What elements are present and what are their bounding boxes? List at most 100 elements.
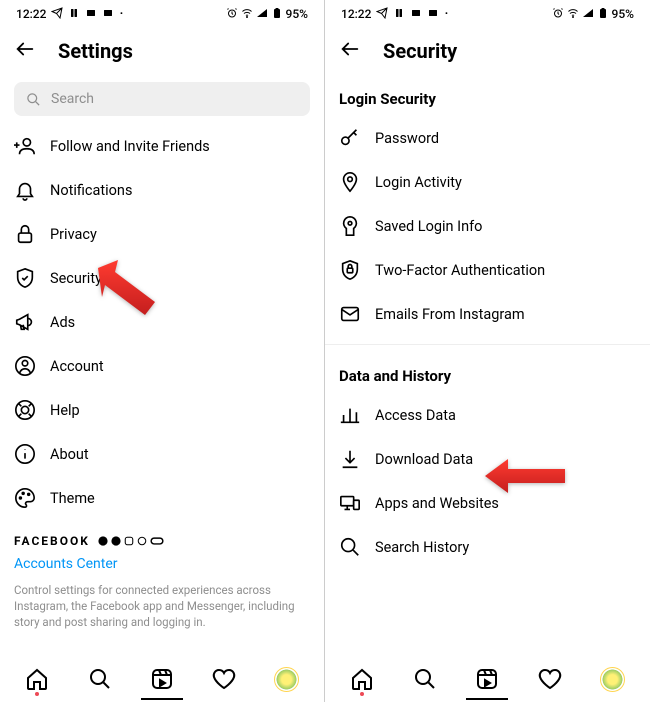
search-input[interactable]: Search: [14, 82, 310, 116]
item-account[interactable]: Account: [0, 344, 324, 388]
item-about[interactable]: About: [0, 432, 324, 476]
item-label: Emails From Instagram: [375, 306, 525, 323]
nav-home[interactable]: [349, 666, 375, 692]
signal-icon: [582, 7, 594, 22]
item-label: Access Data: [375, 407, 456, 424]
id2-icon: [102, 7, 114, 22]
nav-profile[interactable]: [600, 666, 626, 692]
nav-activity[interactable]: [211, 666, 237, 692]
divider: [325, 344, 650, 345]
item-password[interactable]: Password: [325, 116, 650, 160]
nav-home[interactable]: [24, 666, 50, 692]
item-notifications[interactable]: Notifications: [0, 168, 324, 212]
section-login-security: Login Security: [325, 78, 650, 116]
back-icon[interactable]: [339, 38, 361, 64]
bottom-nav: [0, 658, 324, 702]
item-apps-websites[interactable]: Apps and Websites: [325, 481, 650, 525]
item-follow-invite[interactable]: Follow and Invite Friends: [0, 124, 324, 168]
item-label: Password: [375, 130, 439, 147]
wifi-icon: [567, 7, 579, 22]
account-icon: [14, 355, 36, 377]
item-label: Saved Login Info: [375, 218, 482, 235]
brand-icons: [98, 536, 164, 546]
nav-activity[interactable]: [537, 666, 563, 692]
item-label: Follow and Invite Friends: [50, 138, 210, 155]
item-label: About: [50, 446, 89, 463]
mail-icon: [339, 303, 361, 325]
header: Security: [325, 24, 650, 78]
avatar-icon: [274, 667, 299, 692]
search-icon: [26, 92, 41, 107]
battery-icon: [271, 7, 283, 22]
avatar-icon: [600, 667, 625, 692]
alarm-icon: [226, 7, 238, 22]
shield-check-icon: [14, 267, 36, 289]
nav-search[interactable]: [87, 666, 113, 692]
nav-profile[interactable]: [274, 666, 300, 692]
help-icon: [14, 399, 36, 421]
devices-icon: [339, 492, 361, 514]
item-privacy[interactable]: Privacy: [0, 212, 324, 256]
nav-reels[interactable]: [474, 666, 500, 692]
item-access-data[interactable]: Access Data: [325, 393, 650, 437]
status-bar: 12:22 · 95%: [325, 0, 650, 24]
signal-icon: [256, 7, 268, 22]
location-icon: [339, 171, 361, 193]
telegram-icon: [51, 7, 63, 22]
accounts-center-link[interactable]: Accounts Center: [0, 552, 324, 576]
palette-icon: [14, 487, 36, 509]
alarm-icon: [552, 7, 564, 22]
shield-lock-icon: [339, 259, 361, 281]
telegram-icon: [376, 7, 388, 22]
battery-icon: [597, 7, 609, 22]
download-icon: [339, 448, 361, 470]
item-security[interactable]: Security: [0, 256, 324, 300]
key-icon: [339, 127, 361, 149]
item-ads[interactable]: Ads: [0, 300, 324, 344]
section-data-history: Data and History: [325, 347, 650, 393]
item-download-data[interactable]: Download Data: [325, 437, 650, 481]
status-time: 12:22: [341, 7, 371, 21]
item-search-history[interactable]: Search History: [325, 525, 650, 569]
item-label: Notifications: [50, 182, 132, 199]
footer-description: Control settings for connected experienc…: [0, 576, 324, 640]
item-label: Login Activity: [375, 174, 462, 191]
item-help[interactable]: Help: [0, 388, 324, 432]
item-label: Account: [50, 358, 104, 375]
item-login-activity[interactable]: Login Activity: [325, 160, 650, 204]
lock-icon: [14, 223, 36, 245]
bottom-nav: [325, 658, 650, 702]
dot-icon: ·: [119, 11, 123, 17]
keyhole-icon: [339, 215, 361, 237]
battery-pct: 95%: [612, 7, 634, 21]
item-label: Ads: [50, 314, 75, 331]
search-placeholder: Search: [51, 91, 94, 107]
item-theme[interactable]: Theme: [0, 476, 324, 520]
bar-chart-icon: [339, 404, 361, 426]
info-icon: [14, 443, 36, 465]
dot-icon: ·: [444, 11, 448, 17]
id-icon: [410, 7, 422, 22]
item-label: Privacy: [50, 226, 97, 243]
status-time: 12:22: [16, 7, 46, 21]
id2-icon: [427, 7, 439, 22]
back-icon[interactable]: [14, 38, 36, 64]
notif-icon: [393, 7, 405, 22]
item-two-factor[interactable]: Two-Factor Authentication: [325, 248, 650, 292]
search-icon: [339, 536, 361, 558]
item-label: Help: [50, 402, 80, 419]
nav-search[interactable]: [412, 666, 438, 692]
bell-icon: [14, 179, 36, 201]
megaphone-icon: [14, 311, 36, 333]
notif-icon: [68, 7, 80, 22]
item-label: Theme: [50, 490, 95, 507]
id-icon: [85, 7, 97, 22]
item-label: Security: [50, 270, 102, 287]
header: Settings: [0, 24, 324, 78]
nav-reels[interactable]: [149, 666, 175, 692]
add-person-icon: [14, 135, 36, 157]
item-emails[interactable]: Emails From Instagram: [325, 292, 650, 336]
item-saved-login[interactable]: Saved Login Info: [325, 204, 650, 248]
page-title: Security: [383, 39, 457, 63]
wifi-icon: [241, 7, 253, 22]
